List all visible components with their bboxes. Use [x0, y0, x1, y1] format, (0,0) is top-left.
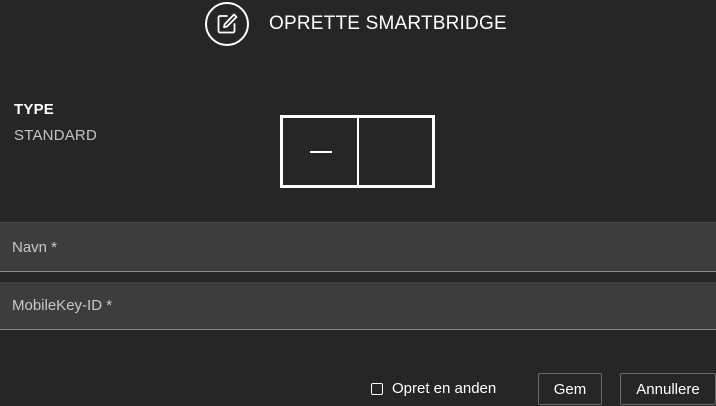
- edit-icon-glyph: [217, 13, 238, 34]
- device-indicator: [310, 151, 332, 153]
- type-section: TYPE STANDARD: [14, 101, 97, 144]
- device-right-panel: [359, 118, 432, 185]
- create-smartbridge-dialog: OPRETTE SMARTBRIDGE TYPE STANDARD Navn *…: [0, 0, 716, 406]
- edit-icon: [205, 2, 249, 46]
- device-left-panel: [283, 118, 359, 185]
- name-field-placeholder: Navn *: [12, 238, 58, 256]
- create-another-label[interactable]: Opret en anden: [392, 380, 496, 397]
- cancel-button[interactable]: Annullere: [620, 373, 716, 405]
- save-button[interactable]: Gem: [538, 373, 602, 405]
- mobilekey-id-field[interactable]: MobileKey-ID *: [0, 282, 716, 330]
- name-field[interactable]: Navn *: [0, 222, 716, 272]
- mobilekey-id-field-placeholder: MobileKey-ID *: [12, 297, 113, 314]
- dialog-header: OPRETTE SMARTBRIDGE: [205, 0, 507, 48]
- type-label: TYPE: [14, 101, 54, 118]
- create-another-option[interactable]: Opret en anden: [371, 380, 496, 397]
- type-value: STANDARD: [14, 127, 97, 144]
- smartbridge-device-icon: [280, 115, 435, 188]
- dialog-title: OPRETTE SMARTBRIDGE: [269, 13, 507, 34]
- create-another-checkbox[interactable]: [371, 382, 383, 395]
